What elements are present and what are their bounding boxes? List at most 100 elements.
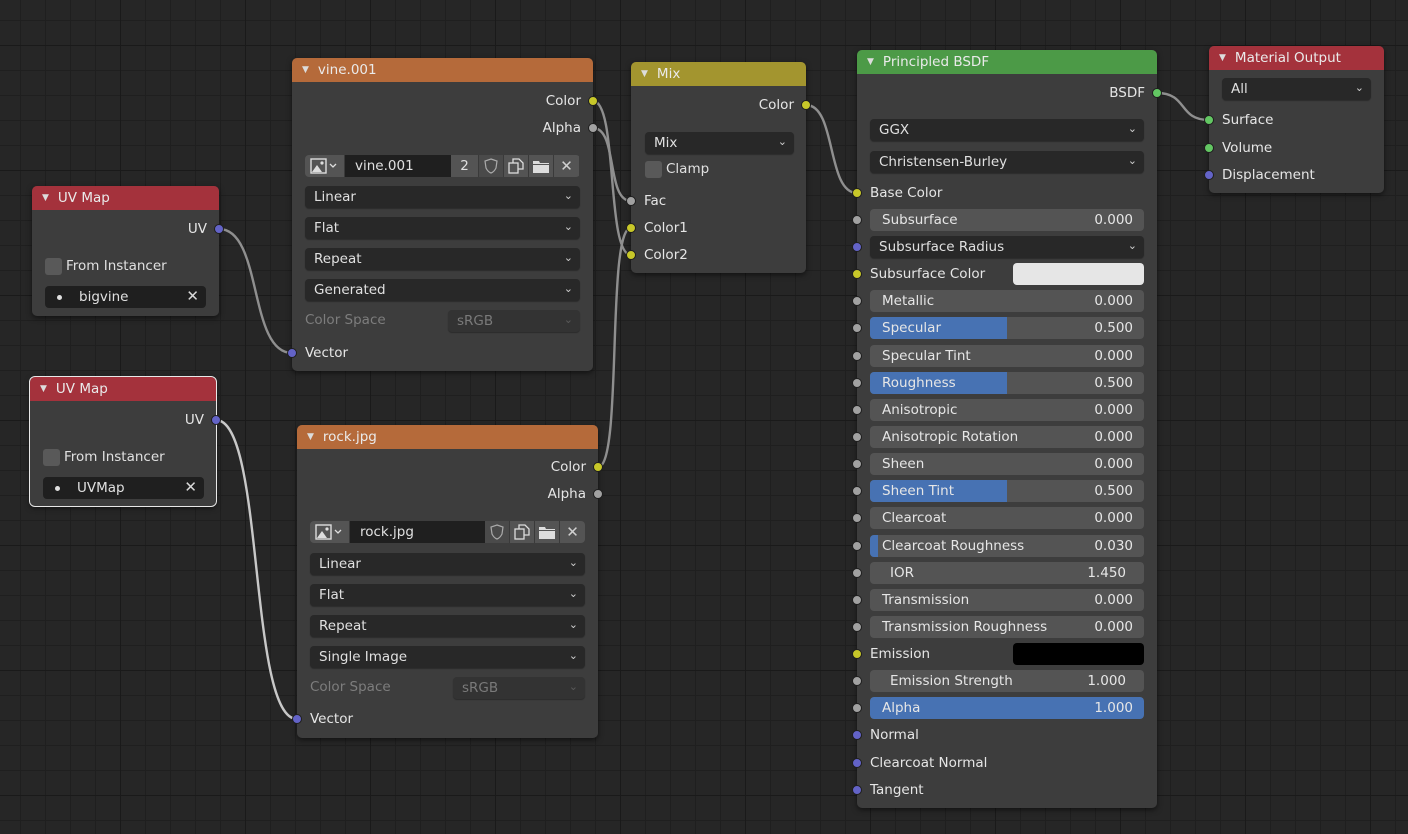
extension-dropdown[interactable]: Repeat ⌄	[305, 248, 580, 270]
sheen-field[interactable]: Sheen 0.000	[870, 453, 1144, 475]
projection-dropdown[interactable]: Flat ⌄	[305, 217, 580, 239]
surface-input-socket[interactable]	[1204, 115, 1214, 125]
alpha-input-socket[interactable]	[852, 703, 862, 713]
node-link[interactable]	[597, 226, 632, 469]
color-output-socket[interactable]	[593, 462, 603, 472]
node-link[interactable]	[592, 99, 632, 257]
uv-map-node-uvmap[interactable]: ▼ UV Map UV From Instancer UVMap ✕	[29, 376, 221, 507]
source-dropdown[interactable]: Single Image ⌄	[310, 646, 585, 668]
node-link[interactable]	[592, 126, 632, 203]
roughness-field[interactable]: Roughness 0.500	[870, 372, 1144, 394]
image-name-field[interactable]: vine.001	[345, 155, 451, 177]
volume-input-socket[interactable]	[1204, 143, 1214, 153]
interpolation-dropdown[interactable]: Linear ⌄	[310, 553, 585, 575]
subsurface-radius-dropdown[interactable]: Subsurface Radius ⌄	[870, 236, 1144, 258]
tangent-input-socket[interactable]	[852, 785, 862, 795]
metallic-input-socket[interactable]	[852, 296, 862, 306]
vector-input-socket[interactable]	[287, 348, 297, 358]
specular-tint-input-socket[interactable]	[852, 351, 862, 361]
subsurface-color-swatch[interactable]	[1013, 263, 1144, 285]
distribution-dropdown[interactable]: GGX ⌄	[870, 119, 1144, 141]
extension-dropdown[interactable]: Repeat ⌄	[310, 615, 585, 637]
node-link[interactable]	[215, 418, 298, 721]
principled-bsdf-node[interactable]: ▼ Principled BSDF BSDF GGX ⌄ Christensen-…	[852, 50, 1162, 808]
from-instancer-checkbox[interactable]	[45, 258, 62, 275]
material-output-node[interactable]: ▼ Material Output All ⌄ Surface Volume Di…	[1204, 46, 1384, 193]
subsurface-color-input-socket[interactable]	[852, 269, 862, 279]
users-count[interactable]: 2	[451, 155, 479, 177]
transmission-roughness-field[interactable]: Transmission Roughness 0.000	[870, 616, 1144, 638]
image-texture-node-rock[interactable]: ▼ rock.jpg Color Alpha rock.jpg ✕ Linear…	[292, 425, 603, 738]
transmission-field[interactable]: Transmission 0.000	[870, 589, 1144, 611]
mix-rgb-node[interactable]: ▼ Mix Color Mix ⌄ Clamp Fac Color1 Color2	[626, 62, 811, 273]
collapse-triangle-icon[interactable]: ▼	[307, 432, 314, 442]
normal-input-socket[interactable]	[852, 730, 862, 740]
collapse-triangle-icon[interactable]: ▼	[42, 193, 49, 203]
fac-input-socket[interactable]	[626, 196, 636, 206]
base-color-input-socket[interactable]	[852, 188, 862, 198]
sheen-tint-field[interactable]: Sheen Tint 0.500	[870, 480, 1144, 502]
ior-input-socket[interactable]	[852, 568, 862, 578]
metallic-field[interactable]: Metallic 0.000	[870, 290, 1144, 312]
specular-field[interactable]: Specular 0.500	[870, 317, 1144, 339]
unlink-image-button[interactable]: ✕	[560, 521, 585, 543]
browse-image-button[interactable]	[310, 521, 350, 543]
duplicate-image-button[interactable]	[510, 521, 535, 543]
subsurface-method-dropdown[interactable]: Christensen-Burley ⌄	[870, 151, 1144, 173]
interpolation-dropdown[interactable]: Linear ⌄	[305, 186, 580, 208]
uv-map-field[interactable]: UVMap ✕	[43, 477, 204, 499]
node-header[interactable]: ▼ Principled BSDF	[857, 50, 1157, 74]
fake-user-button[interactable]	[479, 155, 504, 177]
clearcoat-field[interactable]: Clearcoat 0.000	[870, 507, 1144, 529]
node-header[interactable]: ▼ rock.jpg	[297, 425, 598, 449]
projection-dropdown[interactable]: Flat ⌄	[310, 584, 585, 606]
source-dropdown[interactable]: Generated ⌄	[305, 279, 580, 301]
anisotropic-rotation-field[interactable]: Anisotropic Rotation 0.000	[870, 426, 1144, 448]
alpha-field[interactable]: Alpha 1.000	[870, 697, 1144, 719]
node-header[interactable]: ▼ Mix	[631, 62, 806, 86]
image-name-field[interactable]: rock.jpg	[350, 521, 485, 543]
anisotropic-input-socket[interactable]	[852, 405, 862, 415]
node-header[interactable]: ▼ UV Map	[30, 377, 216, 401]
browse-image-button[interactable]	[305, 155, 345, 177]
clear-icon[interactable]: ✕	[184, 478, 197, 496]
transmission-input-socket[interactable]	[852, 595, 862, 605]
collapse-triangle-icon[interactable]: ▼	[1219, 53, 1226, 63]
alpha-output-socket[interactable]	[588, 123, 598, 133]
duplicate-image-button[interactable]	[504, 155, 529, 177]
clearcoat-normal-input-socket[interactable]	[852, 758, 862, 768]
transmission-roughness-input-socket[interactable]	[852, 622, 862, 632]
displacement-input-socket[interactable]	[1204, 170, 1214, 180]
color-output-socket[interactable]	[801, 100, 811, 110]
collapse-triangle-icon[interactable]: ▼	[302, 65, 309, 75]
anisotropic-field[interactable]: Anisotropic 0.000	[870, 399, 1144, 421]
collapse-triangle-icon[interactable]: ▼	[867, 57, 874, 67]
subsurface-input-socket[interactable]	[852, 215, 862, 225]
unlink-image-button[interactable]: ✕	[554, 155, 579, 177]
node-link[interactable]	[1156, 91, 1210, 122]
uv-output-socket[interactable]	[214, 224, 224, 234]
bsdf-output-socket[interactable]	[1152, 88, 1162, 98]
from-instancer-checkbox[interactable]	[43, 449, 60, 466]
roughness-input-socket[interactable]	[852, 378, 862, 388]
blend-type-dropdown[interactable]: Mix ⌄	[645, 132, 794, 154]
node-header[interactable]: ▼ vine.001	[292, 58, 593, 82]
uv-map-field[interactable]: bigvine ✕	[45, 286, 206, 308]
fake-user-button[interactable]	[485, 521, 510, 543]
emission-color-swatch[interactable]	[1013, 643, 1144, 665]
clearcoat-input-socket[interactable]	[852, 513, 862, 523]
node-link[interactable]	[805, 103, 858, 195]
specular-input-socket[interactable]	[852, 323, 862, 333]
color2-input-socket[interactable]	[626, 250, 636, 260]
alpha-output-socket[interactable]	[593, 489, 603, 499]
ior-field[interactable]: IOR 1.450	[870, 562, 1144, 584]
clearcoat-roughness-field[interactable]: Clearcoat Roughness 0.030	[870, 535, 1144, 557]
subsurface-field[interactable]: Subsurface 0.000	[870, 209, 1144, 231]
emission-strength-input-socket[interactable]	[852, 676, 862, 686]
collapse-triangle-icon[interactable]: ▼	[641, 69, 648, 79]
emission-input-socket[interactable]	[852, 649, 862, 659]
target-dropdown[interactable]: All ⌄	[1222, 78, 1371, 100]
emission-strength-field[interactable]: Emission Strength 1.000	[870, 670, 1144, 692]
node-link[interactable]	[218, 227, 293, 355]
uv-map-node-bigvine[interactable]: ▼ UV Map UV From Instancer bigvine ✕	[32, 186, 224, 316]
